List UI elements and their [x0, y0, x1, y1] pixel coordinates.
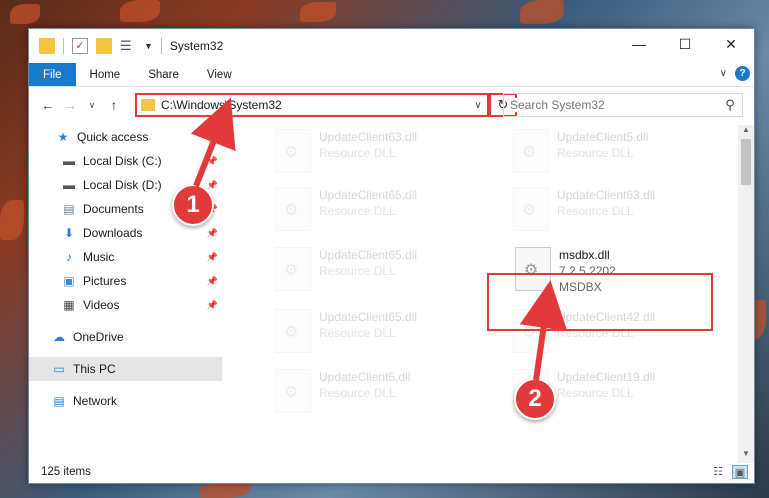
- arrow-to-address-bar: [190, 97, 236, 188]
- arrow-to-dll-file: [519, 280, 568, 381]
- annotation-arrows: [190, 97, 568, 381]
